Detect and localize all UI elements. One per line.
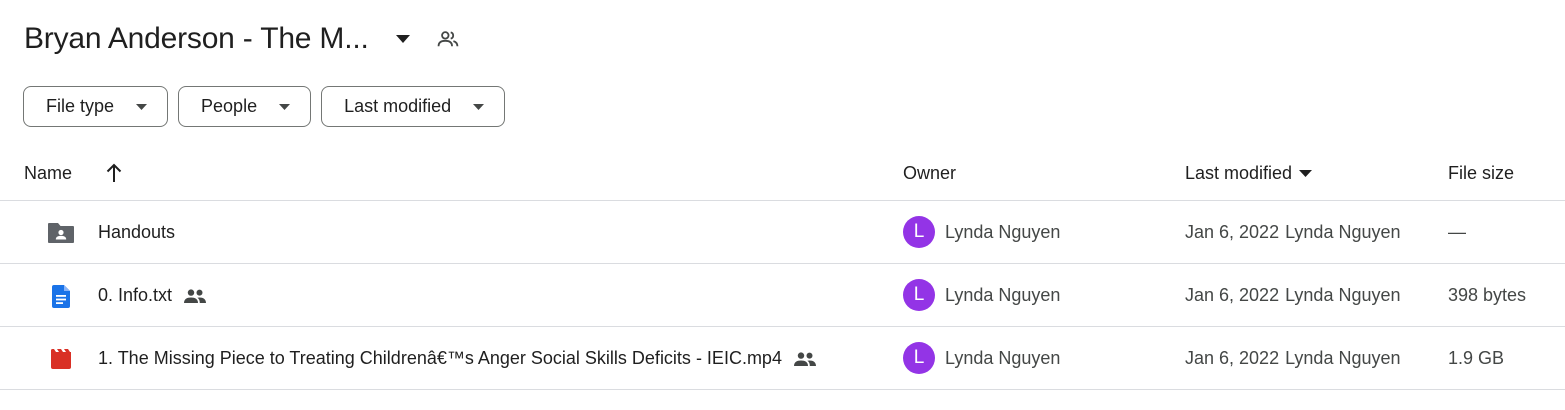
file-size: 398 bytes bbox=[1448, 285, 1527, 305]
arrow-drop-down-icon bbox=[279, 103, 291, 110]
people-icon[interactable] bbox=[433, 24, 463, 54]
file-type-filter[interactable]: File type bbox=[23, 86, 169, 127]
file-table: Name Owner Last modified File size Hando… bbox=[0, 145, 1565, 390]
modified-cell: Jan 6, 2022 Lynda Nguyen bbox=[1185, 348, 1401, 369]
avatar: L bbox=[903, 279, 935, 311]
file-name: 0. Info.txt bbox=[98, 285, 173, 305]
column-name[interactable]: Name bbox=[24, 163, 72, 184]
owner-name: Lynda Nguyen bbox=[945, 284, 1061, 305]
owner-cell: L Lynda Nguyen bbox=[903, 342, 1060, 374]
chip-label: Last modified bbox=[344, 96, 452, 116]
owner-name: Lynda Nguyen bbox=[945, 221, 1061, 242]
folder-title[interactable]: Bryan Anderson - The M... bbox=[24, 22, 369, 56]
file-name-cell: Handouts bbox=[98, 222, 175, 243]
avatar: L bbox=[903, 216, 935, 248]
modified-date: Jan 6, 2022 bbox=[1185, 348, 1280, 368]
column-last-modified-label: Last modified bbox=[1185, 163, 1293, 183]
last-modified-filter[interactable]: Last modified bbox=[321, 86, 506, 127]
file-name: Handouts bbox=[98, 222, 176, 242]
owner-cell: L Lynda Nguyen bbox=[903, 279, 1060, 311]
file-name: 1. The Missing Piece to Treating Childre… bbox=[98, 348, 782, 368]
file-size: — bbox=[1448, 222, 1466, 242]
modified-by: Lynda Nguyen bbox=[1285, 222, 1401, 242]
table-row[interactable]: 0. Info.txt L Lynda Nguyen Jan 6, 2022 Ly… bbox=[0, 264, 1565, 327]
file-name-cell: 1. The Missing Piece to Treating Childre… bbox=[98, 348, 816, 369]
file-size: 1.9 GB bbox=[1448, 348, 1505, 368]
modified-date: Jan 6, 2022 bbox=[1185, 222, 1280, 242]
column-owner[interactable]: Owner bbox=[903, 163, 956, 184]
modified-date: Jan 6, 2022 bbox=[1185, 285, 1280, 305]
arrow-drop-down-icon bbox=[1299, 170, 1313, 177]
shared-people-icon bbox=[793, 351, 816, 366]
chip-label: People bbox=[201, 96, 258, 116]
owner-name: Lynda Nguyen bbox=[945, 347, 1061, 368]
google-doc-icon bbox=[46, 283, 76, 309]
column-file-size[interactable]: File size bbox=[1448, 163, 1514, 184]
arrow-drop-down-icon bbox=[473, 103, 485, 110]
arrow-drop-down-icon[interactable] bbox=[389, 25, 417, 53]
arrow-drop-down-icon bbox=[136, 103, 148, 110]
table-header: Name Owner Last modified File size bbox=[0, 145, 1565, 201]
shared-folder-icon bbox=[46, 220, 76, 246]
shared-people-icon bbox=[184, 288, 207, 303]
file-name-cell: 0. Info.txt bbox=[98, 285, 207, 306]
avatar: L bbox=[903, 342, 935, 374]
video-file-icon bbox=[46, 346, 76, 372]
column-last-modified[interactable]: Last modified bbox=[1185, 163, 1313, 184]
arrow-up-icon[interactable] bbox=[104, 162, 124, 184]
folder-header: Bryan Anderson - The M... bbox=[24, 18, 463, 60]
modified-by: Lynda Nguyen bbox=[1285, 348, 1401, 368]
modified-by: Lynda Nguyen bbox=[1285, 285, 1401, 305]
people-filter[interactable]: People bbox=[178, 86, 312, 127]
modified-cell: Jan 6, 2022 Lynda Nguyen bbox=[1185, 222, 1401, 243]
table-row[interactable]: Handouts L Lynda Nguyen Jan 6, 2022 Lynda… bbox=[0, 201, 1565, 264]
chip-label: File type bbox=[46, 96, 115, 116]
modified-cell: Jan 6, 2022 Lynda Nguyen bbox=[1185, 285, 1401, 306]
filter-chips: File type People Last modified bbox=[23, 86, 506, 127]
table-row[interactable]: 1. The Missing Piece to Treating Childre… bbox=[0, 327, 1565, 390]
owner-cell: L Lynda Nguyen bbox=[903, 216, 1060, 248]
